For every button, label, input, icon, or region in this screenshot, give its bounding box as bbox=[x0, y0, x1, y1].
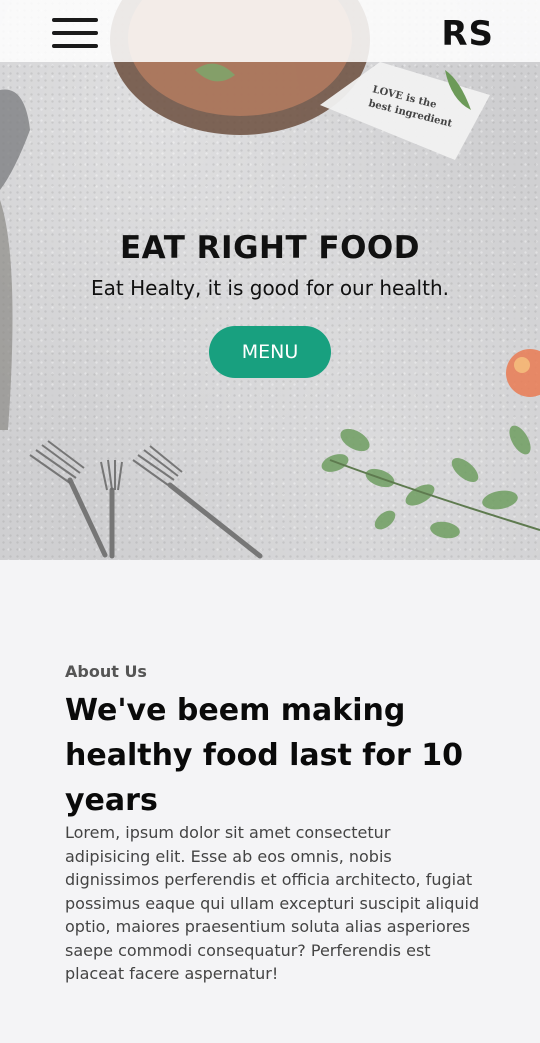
hamburger-menu-icon[interactable] bbox=[52, 18, 98, 48]
hero-title: EAT RIGHT FOOD bbox=[119, 230, 421, 266]
menu-button[interactable]: MENU bbox=[209, 326, 331, 378]
hero-subtitle: Eat Healty, it is good for our health. bbox=[91, 276, 449, 300]
about-heading: We've beem making healthy food last for … bbox=[65, 693, 463, 818]
forks-decoration bbox=[67, 477, 263, 559]
about-label: About Us bbox=[65, 662, 147, 681]
cloth-decoration bbox=[0, 89, 30, 190]
about-body: Lorem, ipsum dolor sit amet consectetur … bbox=[65, 823, 480, 983]
navbar: RS bbox=[0, 0, 540, 62]
brand-logo[interactable]: RS bbox=[441, 14, 494, 54]
hero-section: LOVE is the best ingredient RS EAT RIGHT… bbox=[0, 0, 540, 560]
apple-decoration bbox=[506, 349, 540, 397]
greenery-decoration bbox=[321, 425, 531, 539]
